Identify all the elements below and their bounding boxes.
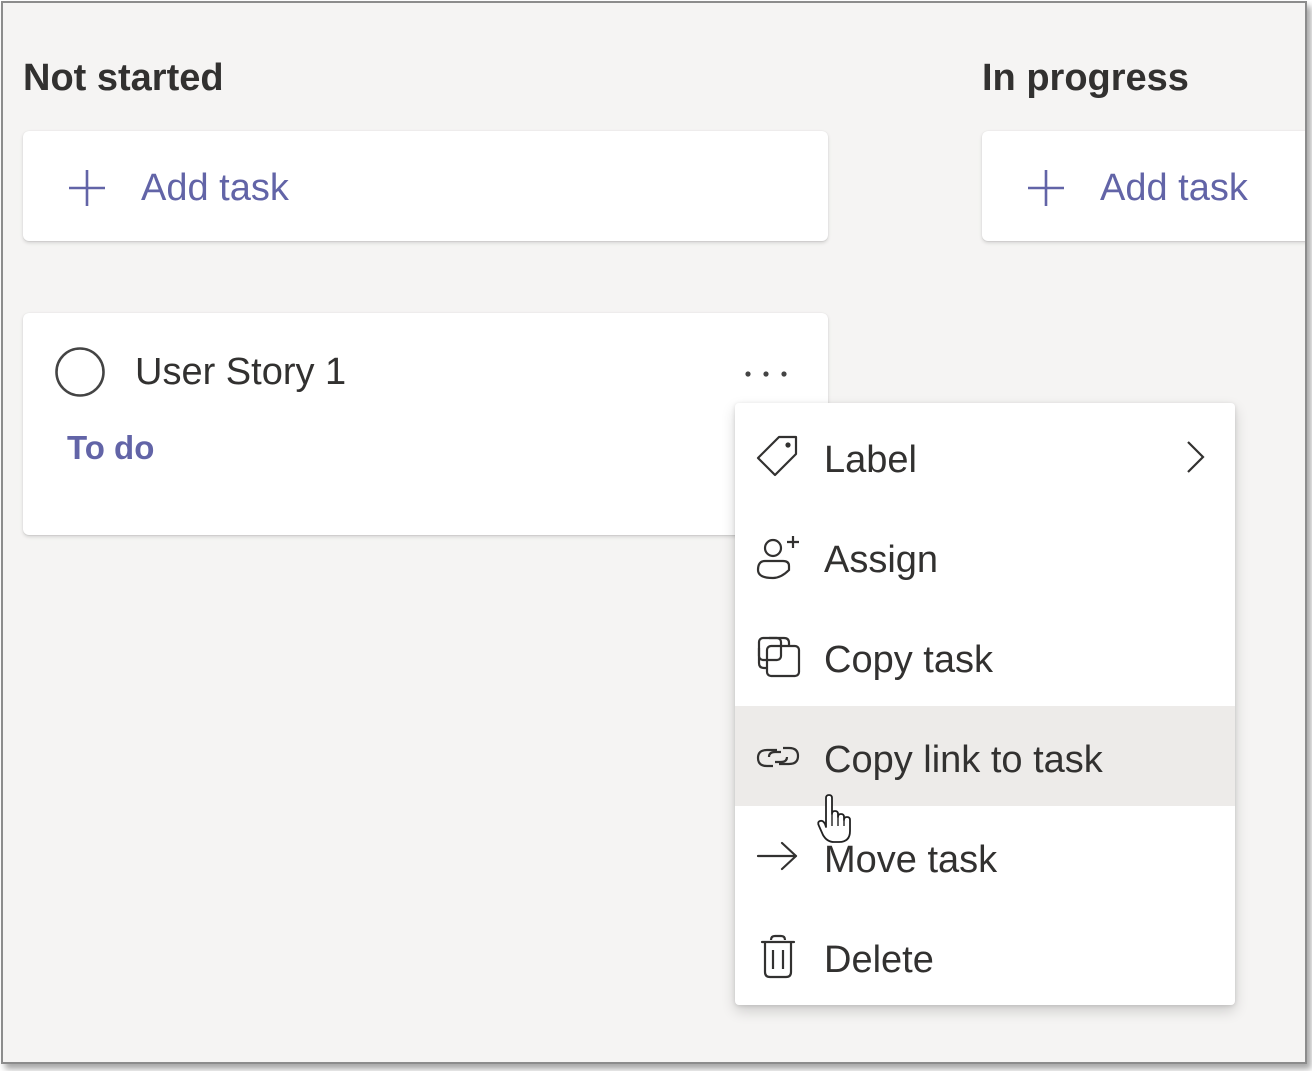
arrow-right-icon [756,841,798,871]
menu-item-copy-task[interactable]: Copy task [735,606,1235,706]
menu-item-move-task-text: Move task [824,839,998,881]
menu-item-delete[interactable]: Delete [735,906,1235,1006]
add-task-button-not-started[interactable]: Add task [23,131,828,241]
add-task-label: Add task [141,167,289,209]
menu-item-move-task[interactable]: Move task [735,806,1235,906]
tag-icon [756,435,798,477]
menu-item-assign[interactable]: Assign [735,506,1235,606]
task-context-menu: Label Assign Copy task Copy link to task… [735,403,1235,1005]
plus-icon [1028,170,1064,206]
link-icon [756,746,800,768]
menu-item-label[interactable]: Label [735,406,1235,506]
plus-icon [69,170,105,206]
menu-item-copy-link[interactable]: Copy link to task [735,706,1235,806]
complete-circle-icon[interactable] [53,345,107,399]
column-title-not-started: Not started [23,57,224,99]
add-task-button-in-progress[interactable]: Add task [982,131,1305,241]
task-title: User Story 1 [135,351,347,393]
menu-item-delete-text: Delete [824,939,934,981]
menu-item-copy-task-text: Copy task [824,639,993,681]
column-title-in-progress: In progress [982,57,1189,99]
planner-board: Not started Add task In progress Add tas… [1,1,1307,1064]
chevron-right-icon [1187,441,1205,473]
menu-item-copy-link-text: Copy link to task [824,739,1103,781]
person-add-icon [756,536,799,580]
copy-icon [757,636,801,678]
add-task-label: Add task [1100,167,1248,209]
trash-icon [760,934,796,979]
more-options-icon[interactable] [735,351,795,395]
menu-item-label-text: Label [824,439,917,481]
task-bucket-label: To do [67,429,155,466]
task-card[interactable]: User Story 1 To do [23,313,828,535]
menu-item-assign-text: Assign [824,539,939,581]
